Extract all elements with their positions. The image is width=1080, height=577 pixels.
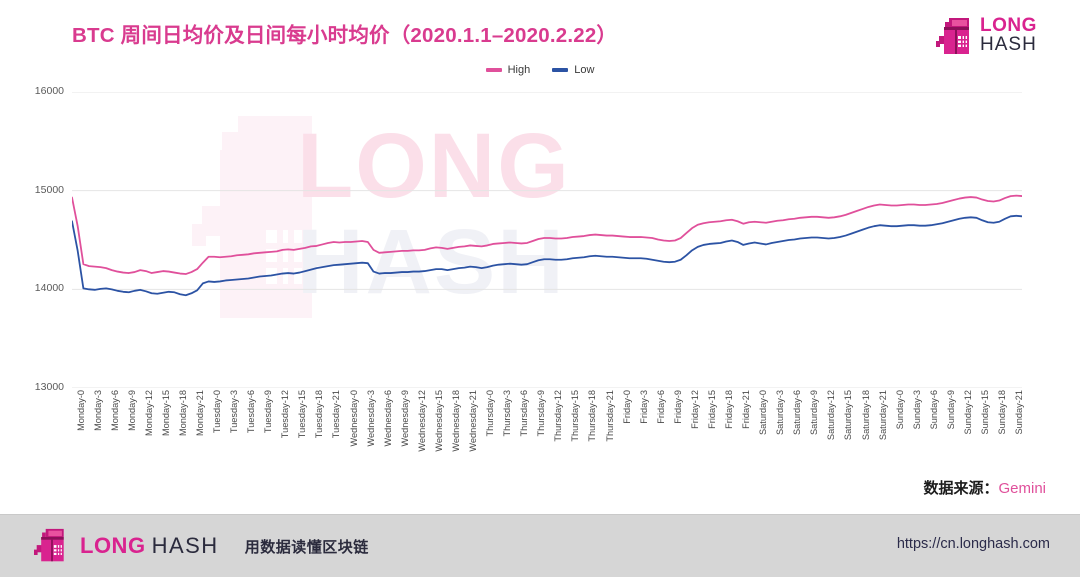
x-axis-tick-label: Tuesday-3 (229, 390, 240, 434)
longhash-logo-footer[interactable]: LONG HASH 用数据读懂区块链 (34, 524, 369, 568)
footer-tagline: 用数据读懂区块链 (244, 538, 369, 556)
x-axis-tick-label: Friday-12 (689, 390, 700, 429)
footer-logo-long: LONG (80, 533, 146, 558)
x-axis-tick-label: Thursday-3 (502, 390, 513, 437)
x-axis-tick-label: Wednesday-21 (468, 390, 478, 452)
x-axis-tick-label: Saturday-18 (860, 390, 871, 441)
x-axis-tick-label: Monday-18 (177, 390, 188, 436)
x-axis-tick-label: Tuesday-18 (314, 390, 325, 439)
x-axis-tick-label: Sunday-21 (1014, 390, 1025, 435)
legend-item-high[interactable]: High (485, 64, 531, 76)
x-axis-tick-label: Saturday-6 (792, 390, 803, 435)
x-axis-tick-label: Friday-15 (706, 390, 717, 429)
x-axis-tick-label: Wednesday-0 (348, 390, 359, 447)
x-axis-tick-label: Monday-9 (126, 390, 137, 431)
x-axis-tick-label: Tuesday-9 (263, 390, 274, 434)
x-axis-tick-label: Monday-15 (160, 390, 171, 436)
x-axis-tick-label: Saturday-12 (826, 390, 837, 441)
x-axis-tick-label: Sunday-9 (945, 390, 956, 430)
x-axis-tick-label: Tuesday-15 (297, 390, 308, 439)
x-axis-tick-label: Thursday-15 (570, 390, 581, 442)
footer-url[interactable]: https://cn.longhash.com (897, 536, 1050, 552)
x-axis-tick-label: Thursday-6 (519, 390, 530, 437)
x-axis-tick-label: Wednesday-18 (450, 390, 461, 452)
x-axis-tick-label: Wednesday-9 (399, 390, 410, 447)
x-axis-tick-label: Sunday-3 (911, 390, 922, 430)
x-axis-tick-label: Saturday-3 (775, 390, 786, 435)
series-line-low (72, 214, 1022, 297)
chart-svg (72, 92, 1022, 388)
x-axis-tick-label: Friday-6 (655, 390, 666, 424)
longhash-mark-icon (936, 18, 969, 54)
chart-x-axis-labels: Monday-0 Monday-3 Monday-6 Monday-9 Monday-1… (72, 390, 1025, 466)
chart-card: BTC 周间日均价及日间每小时均价（2020.1.1–2020.2.22） LO… (0, 0, 1080, 577)
x-axis-tick-label: Wednesday-12 (416, 390, 427, 452)
chart-legend: High Low (0, 64, 1080, 76)
x-axis-tick-label: Thursday-9 (536, 390, 547, 437)
footer-logo-hash: HASH (151, 533, 219, 558)
x-axis-tick-label: Thursday-18 (587, 390, 598, 442)
logo-line-long: LONG (980, 15, 1037, 36)
data-source: 数据来源：Gemini (923, 477, 1046, 498)
page-footer: LONG HASH 用数据读懂区块链 https://cn.longhash.c… (0, 514, 1080, 577)
legend-swatch-high (485, 68, 502, 72)
x-axis-tick-label: Friday-0 (621, 390, 632, 424)
x-axis-tick-label: Thursday-12 (553, 390, 564, 442)
chart-plot-area: LONG HASH 13000 14000 15000 16000 (35, 85, 1022, 393)
x-axis-tick-label: Tuesday-6 (246, 390, 257, 434)
x-axis-tick-label: Saturday-9 (809, 390, 820, 435)
x-axis-tick-label: Sunday-0 (894, 390, 905, 430)
data-source-label: 数据来源： (923, 480, 999, 497)
x-axis-tick-label: Friday-9 (672, 390, 683, 424)
logo-line-hash: HASH (980, 34, 1037, 55)
longhash-mark-footer-icon (34, 528, 64, 562)
y-axis-tick-label: 14000 (34, 282, 64, 295)
x-axis-tick-label: Tuesday-12 (280, 390, 291, 439)
x-axis-tick-label: Thursday-0 (485, 390, 496, 437)
x-axis-tick-label: Friday-21 (741, 390, 752, 429)
x-axis-tick-label: Wednesday-15 (433, 390, 444, 452)
y-axis-tick-label: 16000 (34, 85, 64, 97)
x-axis-tick-label: Monday-12 (143, 390, 154, 436)
y-axis-tick-label: 13000 (34, 381, 64, 393)
x-axis-tick-label: Monday-3 (92, 390, 103, 431)
x-axis-tick-label: Tuesday-0 (212, 390, 223, 434)
x-axis-tick-label: Thursday-21 (604, 390, 615, 442)
x-axis-tick-label: Sunday-12 (962, 390, 973, 435)
x-axis-tick-label: Tuesday-21 (331, 390, 342, 439)
x-axis-tick-label: Sunday-6 (928, 390, 939, 430)
x-axis-tick-label: Monday-21 (194, 390, 205, 436)
x-axis-tick-label: Saturday-15 (843, 390, 854, 441)
page-title: BTC 周间日均价及日间每小时均价（2020.1.1–2020.2.22） (72, 24, 618, 47)
data-source-value: Gemini (998, 480, 1046, 497)
x-axis-tick-label: Sunday-15 (979, 390, 990, 435)
x-axis-tick-label: Wednesday-6 (382, 390, 393, 447)
x-axis-tick-label: Sunday-18 (997, 390, 1008, 435)
legend-label-high: High (507, 64, 531, 76)
series-line-high (72, 194, 1022, 275)
x-axis-tick-label: Saturday-0 (758, 390, 769, 435)
x-axis-tick-label: Friday-18 (724, 390, 734, 429)
x-axis-tick-label: Monday-6 (109, 390, 120, 431)
legend-label-low: Low (574, 64, 595, 76)
x-axis-tick-label: Wednesday-3 (365, 390, 376, 447)
legend-swatch-low (552, 68, 569, 72)
longhash-logo-header: LONG HASH (936, 14, 1046, 60)
x-axis-tick-label: Monday-0 (75, 390, 86, 431)
y-axis-tick-label: 15000 (34, 183, 64, 196)
x-axis-tick-label: Saturday-21 (877, 390, 888, 441)
legend-item-low[interactable]: Low (552, 64, 594, 76)
x-axis-tick-label: Friday-3 (638, 390, 649, 424)
